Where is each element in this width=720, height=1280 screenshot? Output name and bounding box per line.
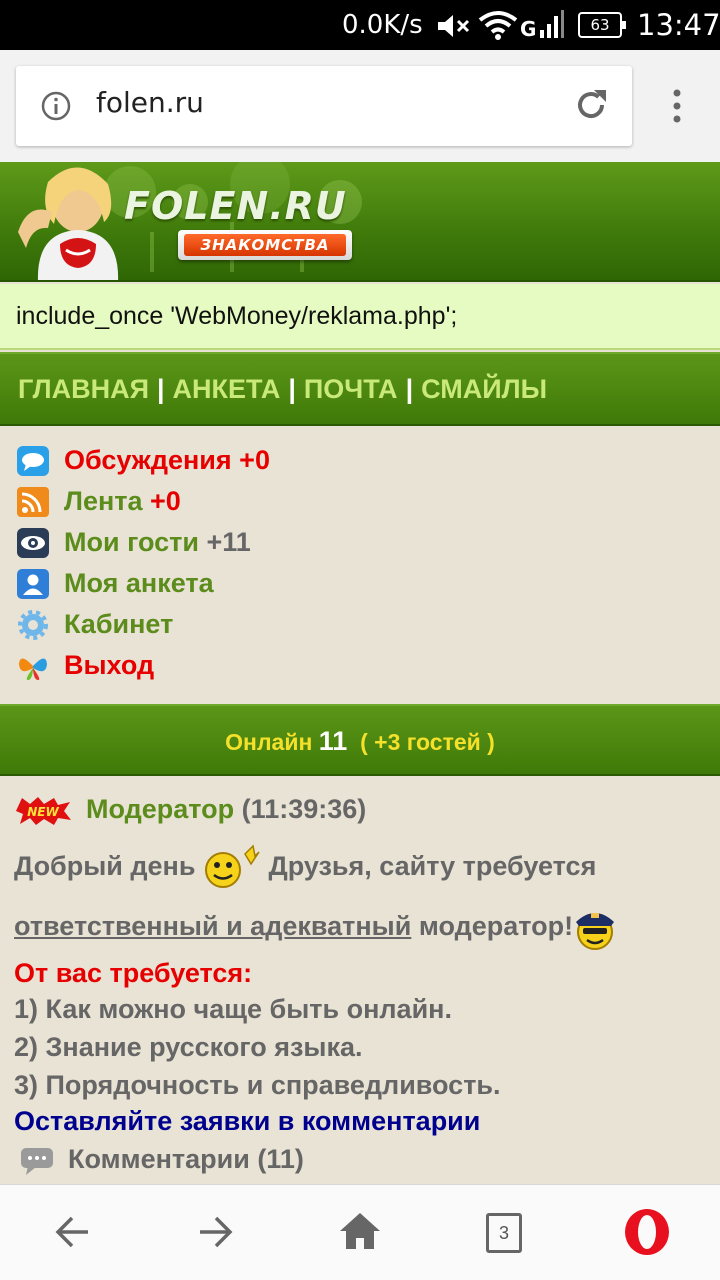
post-line-1: Добрый день Друзья, сайту требуется: [14, 844, 596, 892]
menu-label: Выход: [64, 650, 155, 680]
post-author[interactable]: Модератор: [86, 794, 234, 824]
tabs-button[interactable]: 3: [486, 1213, 522, 1253]
status-bar: 0.0K/s G 63 13:47: [0, 0, 720, 50]
site-logo[interactable]: FOLEN.RU: [124, 184, 347, 228]
clock: 13:47: [637, 8, 720, 42]
nav-separator: |: [288, 374, 296, 404]
post-header: NEW Модератор (11:39:36): [14, 794, 366, 826]
chat-bubble-icon: [17, 445, 49, 476]
post-text: Друзья, сайту требуется: [268, 851, 597, 882]
rss-icon: [17, 486, 49, 517]
battery-icon: 63: [578, 12, 626, 38]
guests-label: гостей ): [406, 729, 495, 755]
address-bar[interactable]: folen.ru: [16, 66, 632, 146]
comments-link[interactable]: Комментарии (11): [20, 1144, 304, 1176]
user-menu: Обсуждения +0 Лента +0 Мои гости +11 Моя…: [16, 440, 706, 686]
menu-item-my-profile[interactable]: Моя анкета: [16, 563, 706, 604]
logo-badge: ЗНАКОМСТВА: [178, 230, 352, 260]
logo-badge-text: ЗНАКОМСТВА: [184, 234, 346, 256]
logo-girl-image: [18, 167, 118, 280]
svg-text:G: G: [520, 17, 536, 40]
nav-separator: |: [405, 374, 414, 404]
browser-bottom-bar: 3: [0, 1184, 720, 1280]
site-header[interactable]: FOLEN.RU ЗНАКОМСТВА: [0, 162, 720, 282]
reload-icon[interactable]: [572, 86, 610, 124]
forward-arrow-icon[interactable]: [190, 1207, 240, 1257]
smiley-police-icon: [576, 913, 615, 950]
nav-mail[interactable]: ПОЧТА: [304, 374, 398, 404]
requirement-3: 3) Порядочность и справедливость.: [14, 1070, 501, 1100]
network-speed: 0.0K/s: [342, 10, 423, 40]
nav-smileys[interactable]: СМАЙЛЫ: [421, 374, 547, 404]
menu-label: Лента: [64, 486, 143, 516]
user-icon: [17, 568, 49, 599]
post-text: Добрый день: [14, 851, 196, 882]
eye-icon: [17, 527, 49, 558]
overflow-menu-icon[interactable]: [666, 88, 688, 124]
menu-item-cabinet[interactable]: Кабинет: [16, 604, 706, 645]
menu-count: +0: [239, 445, 270, 475]
menu-count: +11: [206, 527, 251, 557]
menu-count: +0: [150, 486, 181, 516]
browser-toolbar: folen.ru: [0, 50, 720, 162]
ad-placeholder-text: include_once 'WebMoney/reklama.php';: [16, 302, 458, 330]
menu-label: Мои гости: [64, 527, 199, 557]
nav-home[interactable]: ГЛАВНАЯ: [18, 374, 149, 404]
online-label: Онлайн: [225, 729, 313, 755]
mute-icon: [438, 15, 470, 37]
cta-text: Оставляйте заявки в комментарии: [14, 1106, 481, 1136]
menu-item-feed[interactable]: Лента +0: [16, 481, 706, 522]
opera-menu-icon[interactable]: [622, 1207, 672, 1257]
wifi-icon: [478, 11, 518, 40]
main-nav: ГЛАВНАЯ | АНКЕТА | ПОЧТА | СМАЙЛЫ: [0, 352, 720, 426]
post-line-2: ответственный и адекватный модератор!: [14, 904, 617, 952]
info-icon[interactable]: [40, 90, 72, 122]
menu-label: Моя анкета: [64, 568, 214, 598]
nav-profile[interactable]: АНКЕТА: [173, 374, 281, 404]
requirements-title: От вас требуется:: [14, 958, 253, 988]
smiley-wave-icon: [204, 844, 260, 888]
url-text[interactable]: folen.ru: [96, 86, 204, 119]
butterfly-icon: [19, 657, 47, 680]
online-count: 11: [318, 726, 348, 756]
requirement-2: 2) Знание русского языка.: [14, 1032, 363, 1062]
comments-label: Комментарии (11): [68, 1144, 304, 1174]
menu-item-discussions[interactable]: Обсуждения +0: [16, 440, 706, 481]
new-badge-text: NEW: [27, 805, 59, 819]
menu-label: Обсуждения: [64, 445, 232, 475]
ad-placeholder: include_once 'WebMoney/reklama.php';: [0, 284, 720, 350]
online-bar[interactable]: Онлайн 11 ( +3 гостей ): [0, 704, 720, 776]
signal-icon: G: [520, 10, 564, 40]
back-arrow-icon[interactable]: [48, 1207, 98, 1257]
menu-label: Кабинет: [64, 609, 174, 639]
requirement-1: 1) Как можно чаще быть онлайн.: [14, 994, 452, 1024]
guests-open: ( +3: [360, 729, 401, 755]
gear-icon: [18, 609, 48, 640]
new-badge-icon: NEW: [16, 796, 71, 825]
nav-separator: |: [156, 374, 165, 404]
post-time: (11:39:36): [241, 794, 367, 824]
home-icon[interactable]: [335, 1207, 385, 1257]
post-link[interactable]: ответственный и адекватный: [14, 911, 411, 941]
post-text: модератор!: [418, 911, 574, 942]
comment-icon: [21, 1147, 53, 1175]
menu-item-guests[interactable]: Мои гости +11: [16, 522, 706, 563]
menu-item-logout[interactable]: Выход: [16, 645, 706, 686]
